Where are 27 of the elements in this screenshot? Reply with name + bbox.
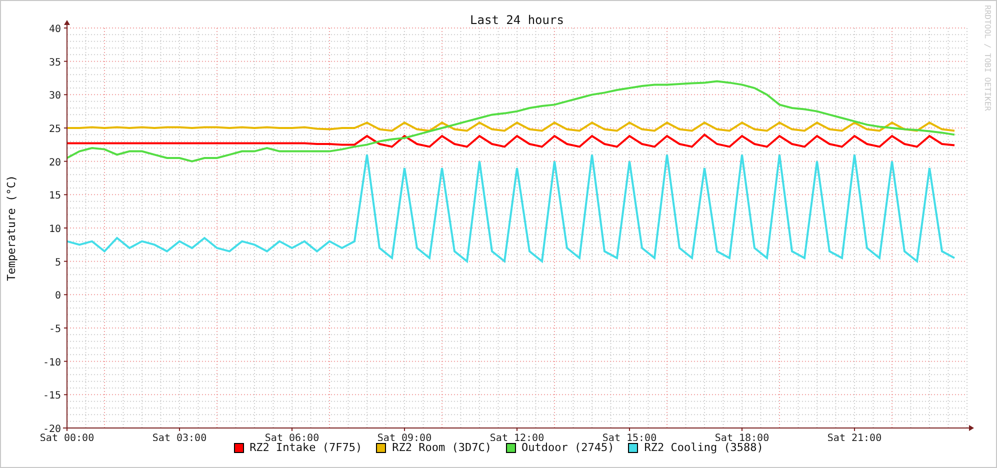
y-tick-label: 40	[48, 24, 61, 35]
x-tick-label: Sat 12:00	[490, 433, 544, 441]
legend-label: RZ2 Cooling (3588)	[644, 441, 764, 454]
x-tick-label: Sat 09:00	[377, 433, 432, 441]
chart-title: Last 24 hours	[470, 13, 564, 27]
y-tick-label: 20	[48, 157, 61, 168]
x-tick-label: Sat 18:00	[714, 433, 770, 441]
y-tick-label: -15	[42, 390, 61, 402]
y-tick-label: 10	[48, 224, 61, 235]
legend-label: RZ2 Room (3D7C)	[392, 441, 492, 454]
y-tick-label: 25	[48, 124, 61, 135]
y-tick-label: 15	[48, 190, 61, 202]
x-tick-label: Sat 00:00	[40, 433, 94, 441]
x-tick-label: Sat 03:00	[152, 433, 207, 441]
y-tick-label: 35	[48, 57, 61, 68]
x-tick-label: Sat 15:00	[602, 433, 657, 441]
y-tick-label: 5	[54, 257, 61, 268]
y-tick-label: 0	[54, 290, 61, 302]
y-tick-label: -5	[48, 324, 61, 335]
x-tick-label: Sat 06:00	[264, 433, 320, 441]
legend-label: RZ2 Intake (7F75)	[250, 441, 362, 454]
x-tick-label: Sat 21:00	[827, 433, 882, 441]
y-tick-label: 30	[48, 90, 61, 102]
y-tick-label: -20	[42, 424, 61, 435]
y-tick-label: -10	[42, 357, 61, 368]
legend-label: Outdoor (2745)	[522, 441, 614, 454]
y-axis-label: Temperature (°C)	[5, 175, 18, 281]
